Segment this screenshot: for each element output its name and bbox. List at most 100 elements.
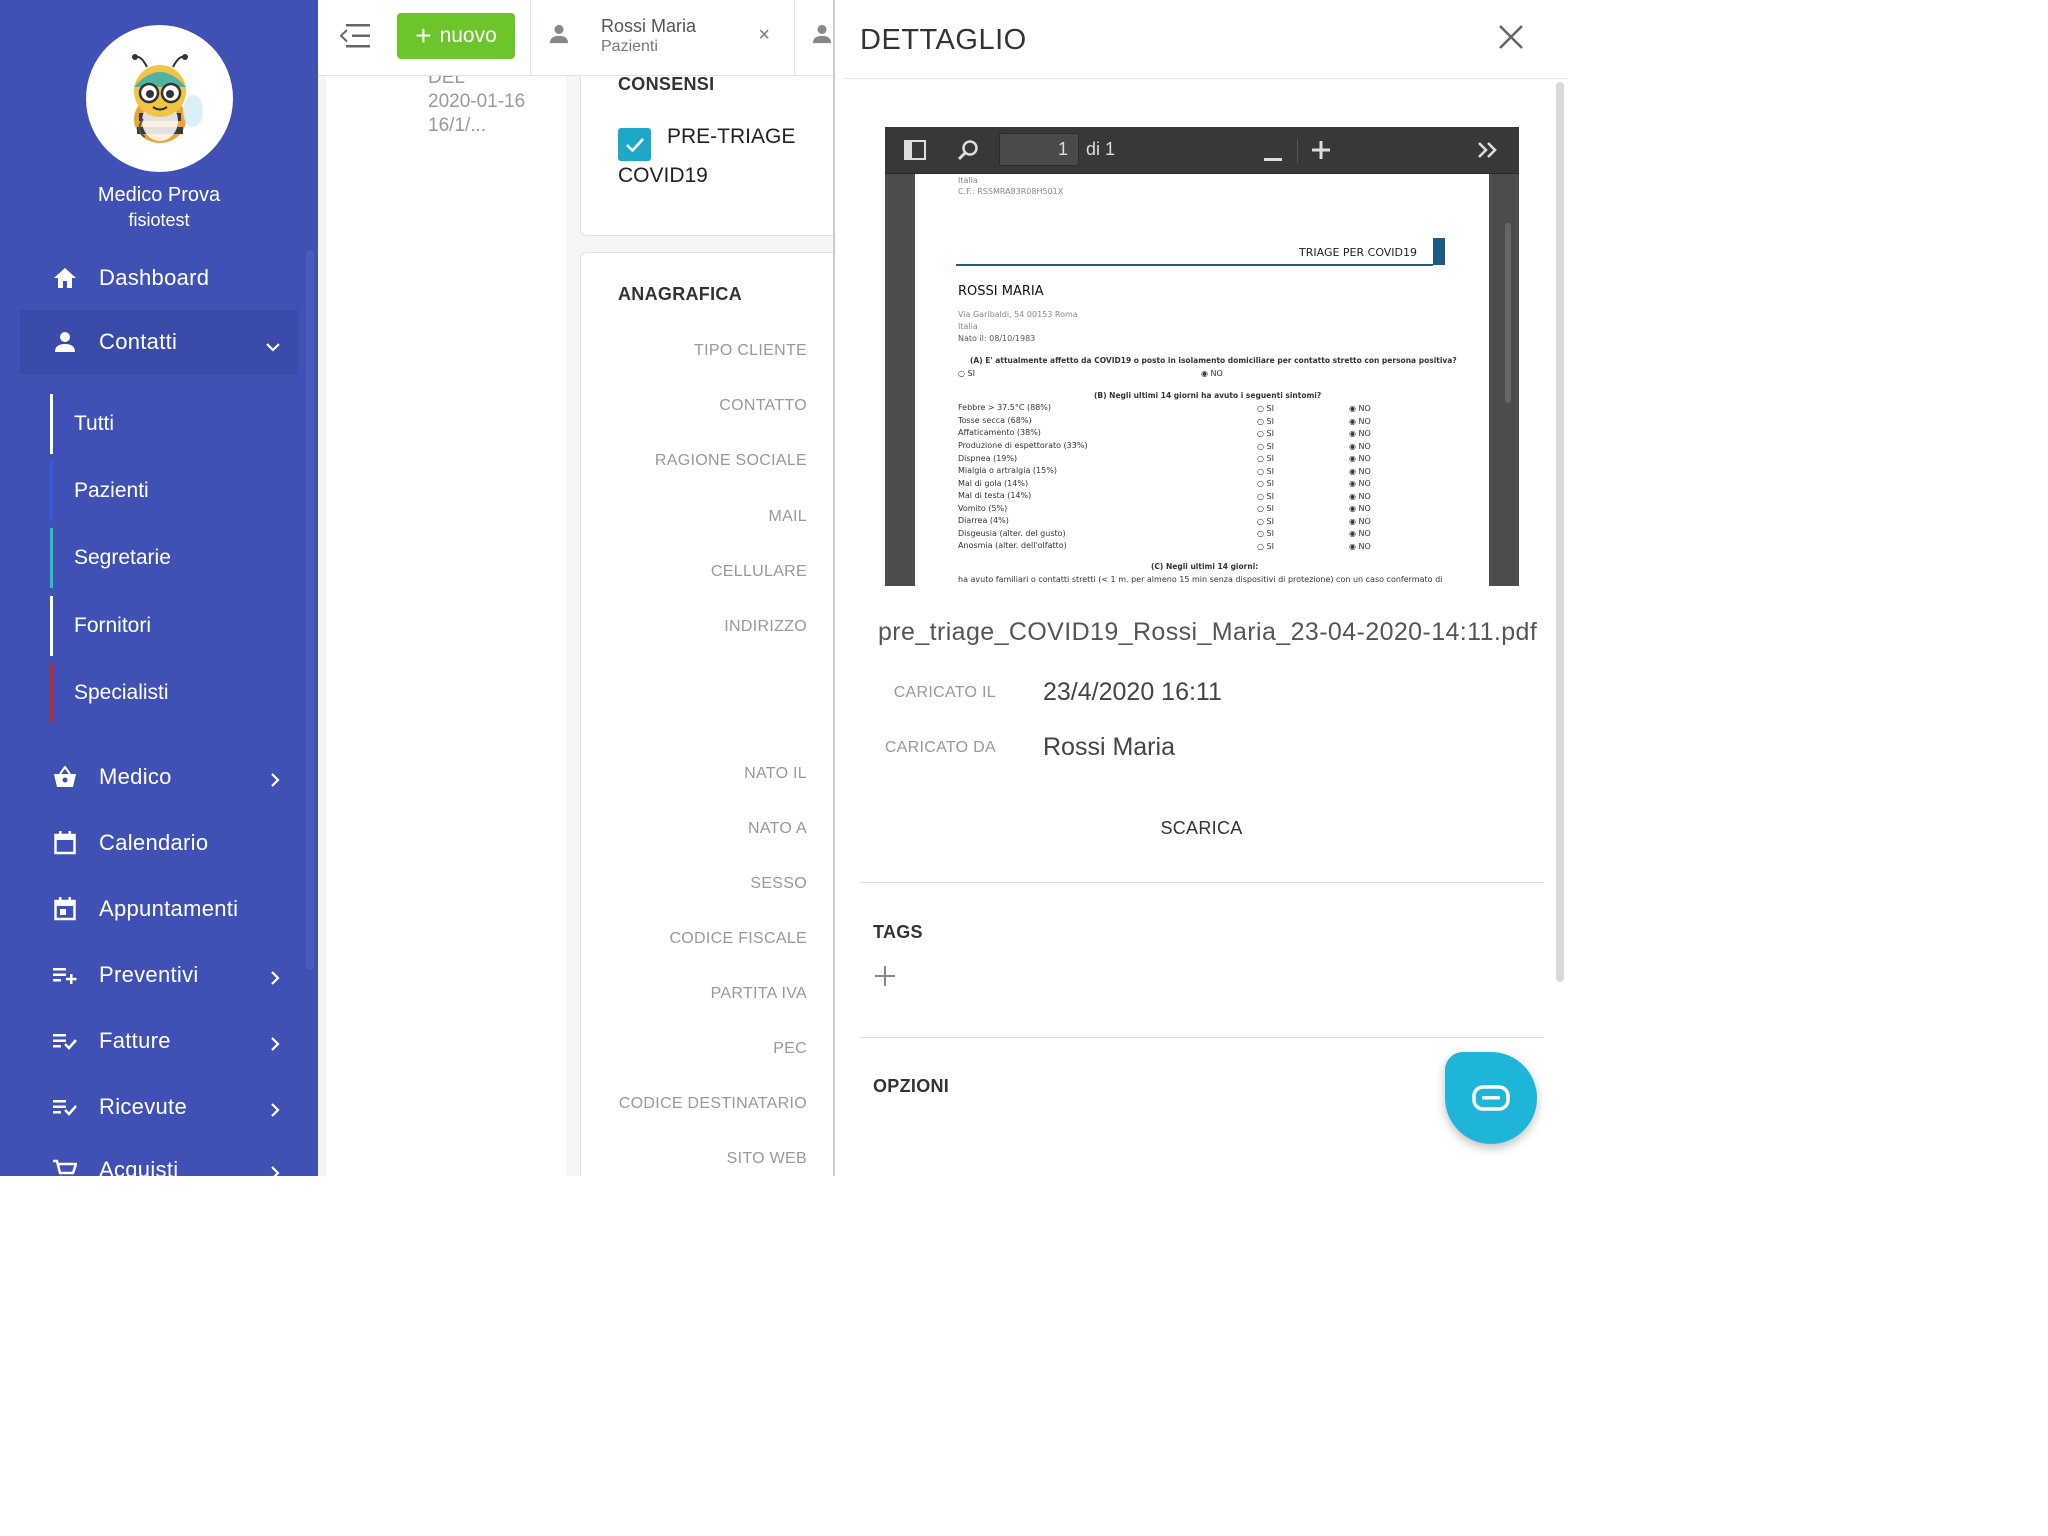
sub-item-fornitori[interactable]: Fornitori [50,596,298,656]
pdf-no: ◉ NO [1349,429,1371,438]
pdf-header-accent [1433,238,1445,265]
history-column: DEL 2020-01-16 16/1/... [326,76,566,1176]
pdf-symptom: Mal di testa (14%) [958,491,1032,500]
chat-button[interactable] [1445,1052,1537,1144]
field-mail: MAIL [768,508,807,525]
pdf-no: ◉ NO [1349,479,1371,488]
pdf-no: ◉ NO [1349,454,1371,463]
date-line: 2020-01-16 [428,91,526,112]
pdf-no: ◉ NO [1349,504,1371,513]
pdf-address: Via Garibaldi, 54 00153 Roma [958,310,1078,319]
page-number-input[interactable]: 1 [999,133,1079,166]
nav-medico[interactable]: Medico [20,745,298,809]
sidebar-toggle-icon[interactable] [904,140,926,165]
pdf-symptom: Mialgia o artralgia (15%) [958,466,1057,475]
new-button[interactable]: + nuovo [397,13,515,59]
home-icon [48,267,82,289]
pdf-no: ◉ NO [1349,416,1371,426]
playlist-check-icon [48,1098,82,1116]
nav-fatture[interactable]: Fatture [20,1009,298,1073]
chat-icon [1472,1085,1510,1111]
pdf-scrollbar[interactable] [1505,223,1511,403]
pdf-cf: C.F.: RSSMRA83R08H501X [958,187,1064,196]
pdf-viewer: 1 di 1 Italia C.F.: RSSMRA83R08H501X TRI… [885,127,1519,586]
zoom-out-icon[interactable] [1264,149,1282,167]
nav-dashboard[interactable]: Dashboard [20,246,298,310]
zoom-in-icon[interactable] [1312,141,1330,164]
user-name: Medico Prova [97,184,221,206]
pdf-no: ◉ NO [1349,516,1371,526]
pdf-si: ○ SI [1257,529,1274,538]
nav-preventivi[interactable]: Preventivi [20,943,298,1007]
chevron-right-icon [270,1160,280,1176]
nav-appuntamenti[interactable]: Appuntamenti [20,877,298,941]
basket-icon [48,766,82,788]
field-ragione-sociale: RAGIONE SOCIALE [654,452,807,469]
bee-doctor-logo-icon [131,53,203,143]
consensi-title: CONSENSI [618,76,715,94]
date-line: DEL [428,76,465,88]
nav-label: Calendario [99,830,209,855]
chevron-down-icon [266,332,280,358]
search-icon[interactable] [957,139,979,166]
field-sito-web: SITO WEB [726,1150,807,1167]
date-line: 16/1/... [428,115,487,136]
more-tools-icon[interactable] [1477,141,1499,164]
section-divider [860,882,1544,883]
sub-item-specialisti[interactable]: Specialisti [50,663,298,723]
panel-scrollbar[interactable] [1556,82,1564,982]
pdf-header-rule [956,264,1433,266]
pdf-si: ○ SI [1257,454,1274,463]
pdf-si-column: ○ SI ○ SI ○ SI ○ SI ○ SI ○ SI ○ SI ○ SI … [1257,403,1274,553]
anagrafica-title: ANAGRAFICA [618,284,742,304]
event-icon [48,897,82,921]
chevron-right-icon [270,1097,280,1123]
playlist-add-icon [48,966,82,984]
tab-rossi-maria[interactable]: Rossi Maria Pazienti × [530,0,795,76]
pdf-no-column: ◉ NO ◉ NO ◉ NO ◉ NO ◉ NO ◉ NO ◉ NO ◉ NO … [1349,403,1371,553]
pdf-born: Nato il: 08/10/1983 [958,334,1036,343]
options-title: OPZIONI [873,1076,950,1096]
nav-acquisti[interactable]: Acquisti [20,1138,298,1176]
close-icon[interactable] [1498,24,1524,55]
nav-label: Ricevute [99,1094,187,1119]
pdf-country2: Italia [958,322,978,331]
pdf-page: Italia C.F.: RSSMRA83R08H501X TRIAGE PER… [915,174,1489,586]
field-sesso: SESSO [750,875,807,892]
pdf-question-b: (B) Negli ultimi 14 giorni ha avuto i se… [1094,391,1322,400]
person-icon [549,24,569,49]
pdf-si: ○ SI [1257,441,1274,451]
add-tag-icon[interactable] [875,966,895,991]
plus-icon: + [415,20,432,51]
person-icon[interactable] [812,24,832,49]
menu-collapse-icon[interactable] [339,22,370,55]
field-partita-iva: PARTITA IVA [710,985,807,1002]
sub-item-tutti[interactable]: Tutti [50,394,298,454]
pdf-answer-si: ○ SI [958,369,975,378]
nav-calendario[interactable]: Calendario [20,811,298,875]
section-divider [860,1037,1544,1038]
avatar[interactable] [86,25,233,172]
anagrafica-card: ANAGRAFICA TIPO CLIENTE CONTATTO RAGIONE… [580,252,838,1176]
pdf-country: Italia [958,176,978,185]
sub-item-pazienti[interactable]: Pazienti [50,461,298,521]
top-bar: + nuovo Rossi Maria Pazienti × [318,0,838,76]
nav-label: Acquisti [99,1157,179,1176]
pdf-si: ○ SI [1257,404,1274,413]
sidebar-scrollbar[interactable] [306,250,314,970]
nav-label: Appuntamenti [99,896,239,921]
tab-close-icon[interactable]: × [758,24,770,47]
nav-contatti[interactable]: Contatti [20,310,298,374]
tab-title: Rossi Maria [601,16,697,36]
pdf-si: ○ SI [1257,416,1274,426]
field-codice-destinatario: CODICE DESTINATARIO [618,1095,807,1112]
download-button[interactable]: SCARICA [835,818,1568,839]
field-tipo-cliente: TIPO CLIENTE [694,342,807,359]
nav-ricevute[interactable]: Ricevute [20,1075,298,1139]
file-name: pre_triage_COVID19_Rossi_Maria_23-04-202… [878,618,1538,646]
sidebar: Medico Prova fisiotest Dashboard Contatt… [0,0,318,1176]
chevron-right-icon [270,1031,280,1057]
field-pec: PEC [773,1040,807,1057]
sub-item-segretarie[interactable]: Segretarie [50,528,298,588]
nav-label: Medico [99,764,172,789]
